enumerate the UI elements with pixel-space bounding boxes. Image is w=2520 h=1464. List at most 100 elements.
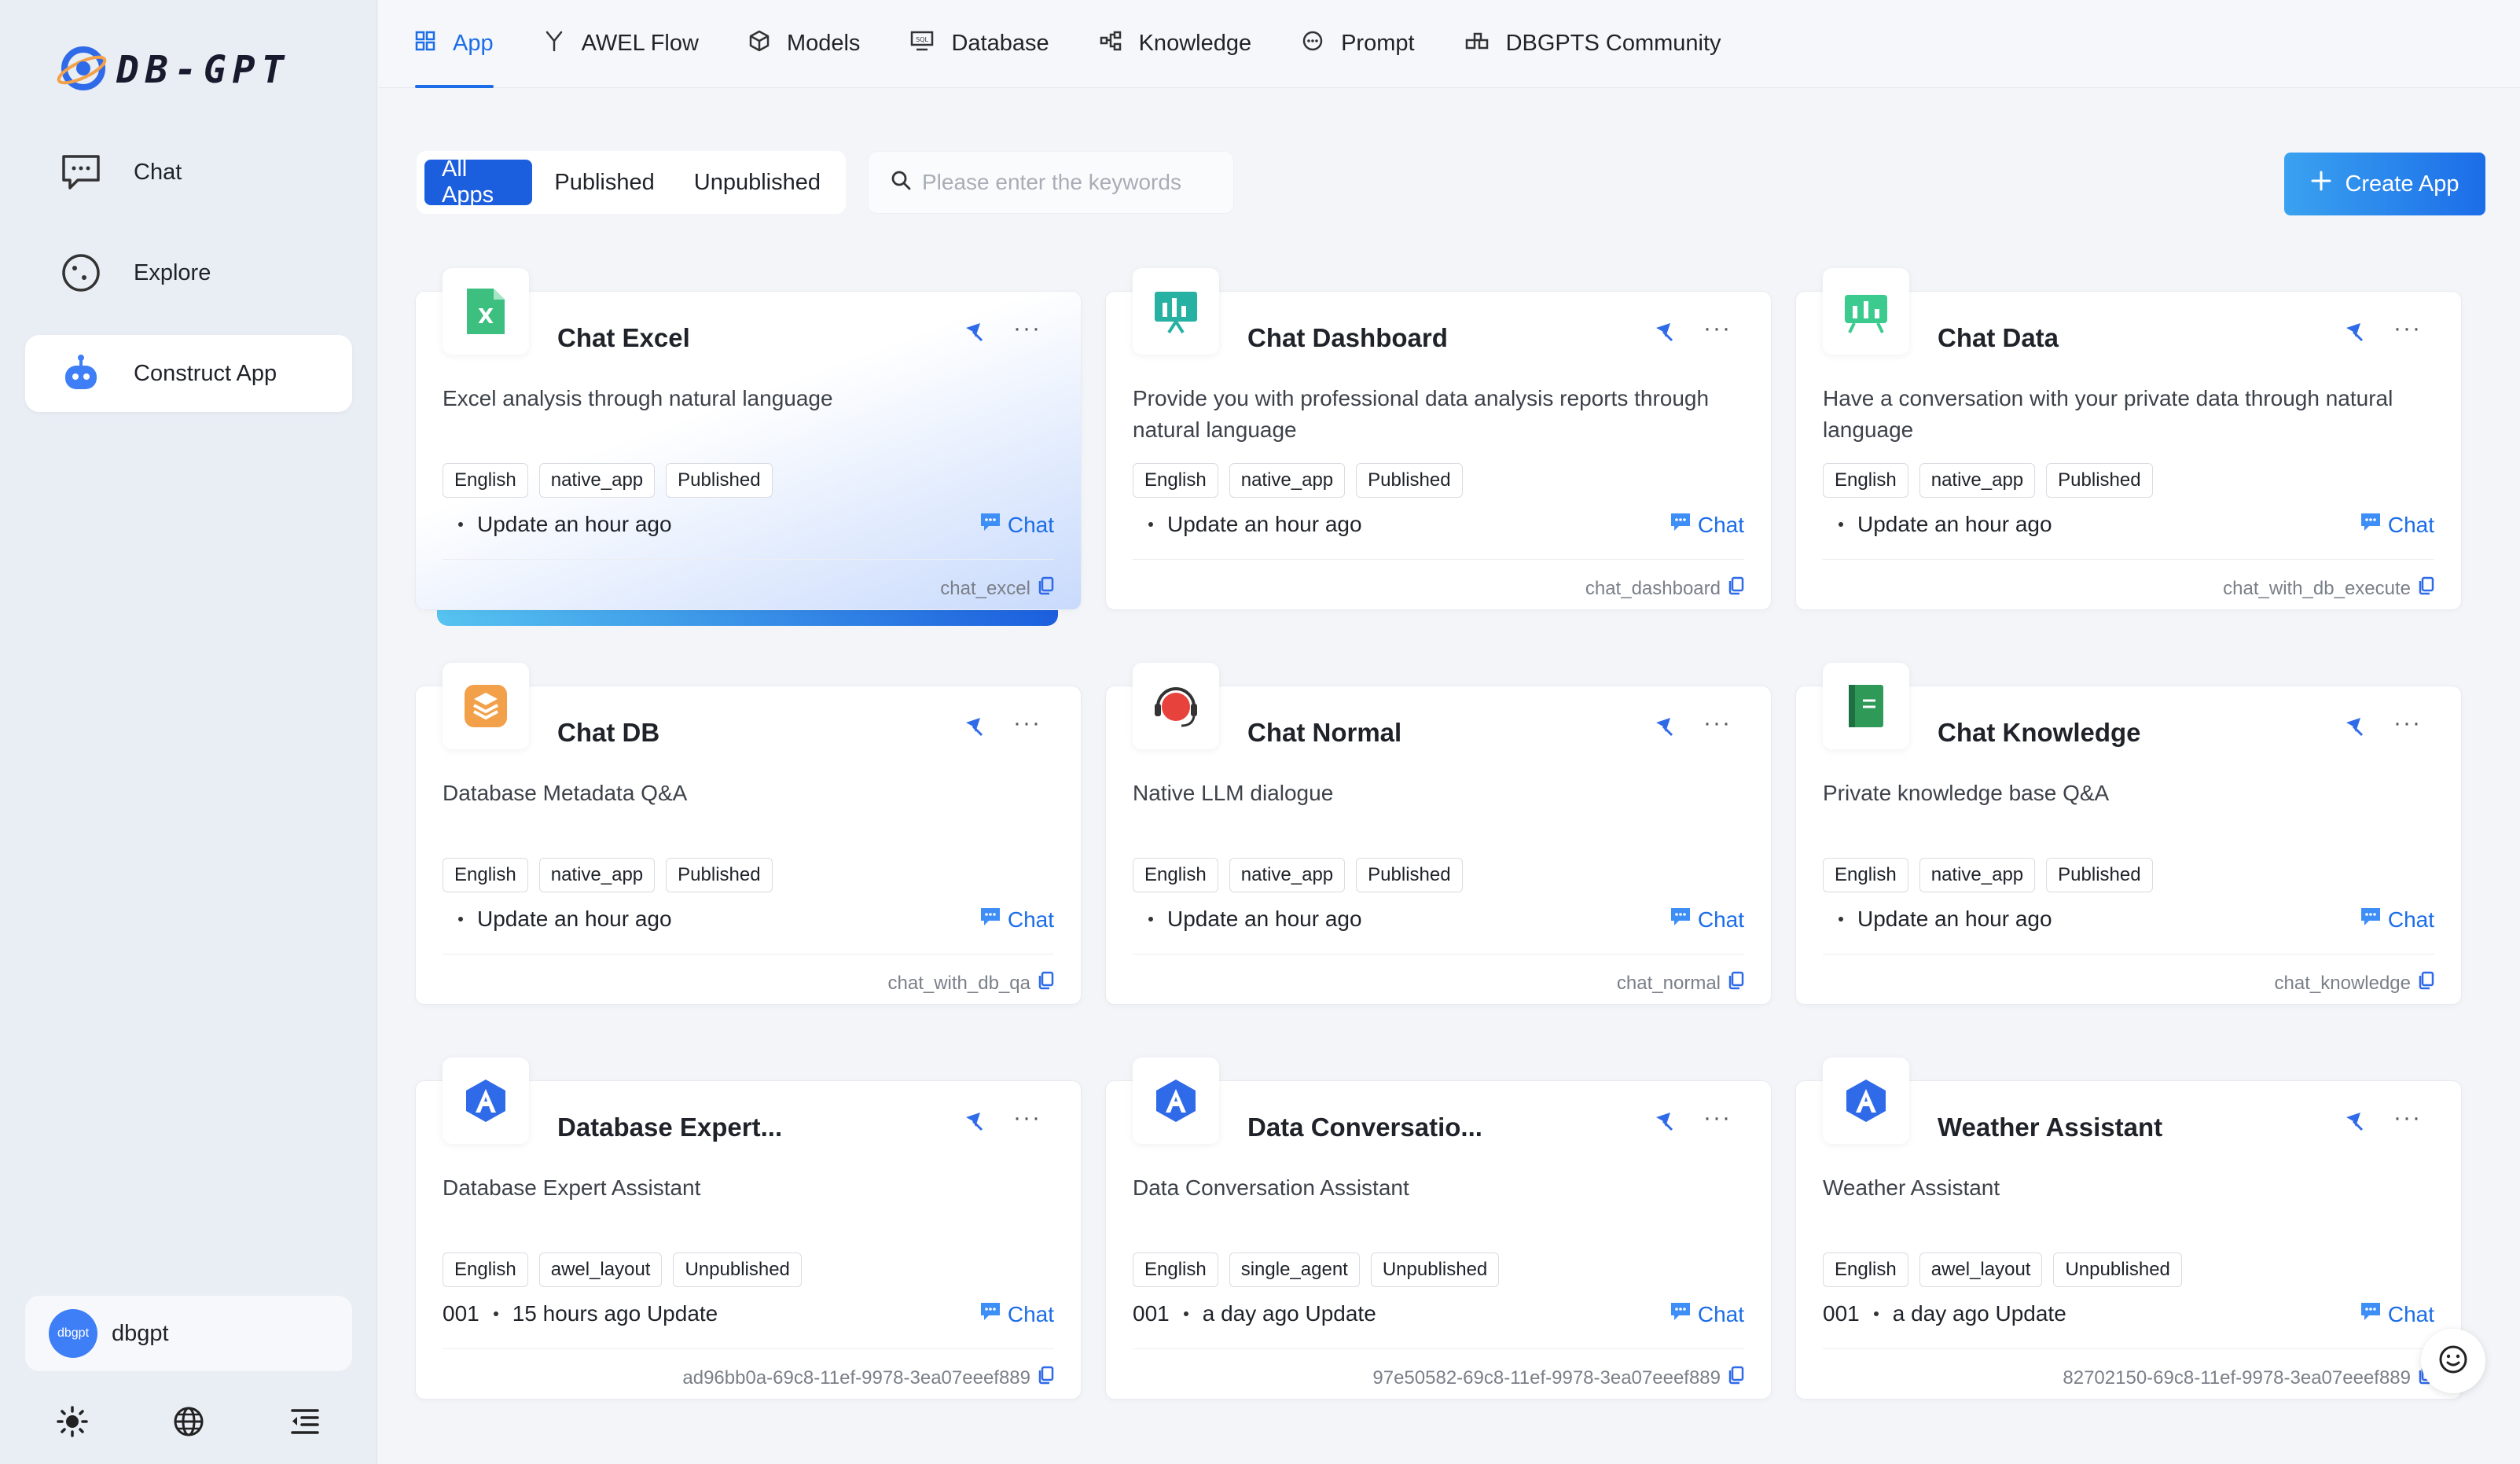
pin-icon[interactable] <box>963 715 986 738</box>
tag: English <box>1133 1252 1218 1287</box>
app-card[interactable]: Data Conversatio... ··· Data Conversatio… <box>1105 1058 1772 1400</box>
tab-label: Database <box>951 31 1049 56</box>
app-card[interactable]: Chat Normal ··· Native LLM dialogue Engl… <box>1105 663 1772 1005</box>
tag: Unpublished <box>2053 1252 2182 1287</box>
app-card[interactable]: Chat DB ··· Database Metadata Q&A Englis… <box>415 663 1082 1005</box>
tab-app[interactable]: App <box>415 0 494 88</box>
sun-icon[interactable] <box>55 1404 90 1439</box>
card-divider <box>443 954 1054 955</box>
card-chat-link[interactable]: Chat <box>1670 907 1744 932</box>
tag: Unpublished <box>673 1252 802 1287</box>
more-options-icon[interactable]: ··· <box>1013 315 1041 342</box>
bullet-dot <box>493 1311 498 1316</box>
filter-published[interactable]: Published <box>537 160 671 205</box>
card-meta: 001 a day ago Update <box>1823 1301 2066 1326</box>
card-divider <box>1133 954 1744 955</box>
copy-icon[interactable] <box>1728 576 1744 601</box>
search-input[interactable]: Please enter the keywords <box>868 151 1234 214</box>
sidebar-item-explore[interactable]: Explore <box>25 234 352 311</box>
create-app-label: Create App <box>2345 171 2459 197</box>
menu-collapse-icon[interactable] <box>288 1404 322 1439</box>
cube-icon <box>749 30 770 58</box>
more-options-icon[interactable]: ··· <box>2393 315 2422 342</box>
sidebar-bottom-toolbar <box>55 1404 322 1439</box>
app-logo[interactable]: DB-GPT <box>55 42 290 97</box>
pin-icon[interactable] <box>2343 320 2367 344</box>
card-chat-link[interactable]: Chat <box>2360 1301 2434 1327</box>
create-app-button[interactable]: Create App <box>2284 153 2485 215</box>
more-options-icon[interactable]: ··· <box>1013 1105 1041 1131</box>
tag: Published <box>1356 463 1463 498</box>
card-meta: Update an hour ago <box>1133 907 1362 932</box>
tab-database[interactable]: SQL Database <box>910 0 1049 88</box>
copy-icon[interactable] <box>1728 1366 1744 1390</box>
app-card[interactable]: X Chat Excel ··· Excel analysis through … <box>415 268 1082 610</box>
card-title: Weather Assistant <box>1938 1113 2163 1142</box>
pin-icon[interactable] <box>2343 715 2367 738</box>
feedback-button[interactable] <box>2421 1329 2485 1393</box>
card-meta: Update an hour ago <box>1823 512 2052 537</box>
tab-dbgpts-community[interactable]: DBGPTS Community <box>1465 0 1721 88</box>
card-update-time: Update an hour ago <box>477 512 672 536</box>
filter-all-apps[interactable]: All Apps <box>424 156 533 208</box>
copy-icon[interactable] <box>2419 971 2434 995</box>
pin-icon[interactable] <box>1653 1109 1677 1133</box>
card-meta: Update an hour ago <box>443 512 672 537</box>
tab-knowledge[interactable]: Knowledge <box>1100 0 1251 88</box>
card-code-text: chat_with_db_execute <box>2223 577 2411 599</box>
card-chat-link[interactable]: Chat <box>979 907 1054 932</box>
globe-icon[interactable] <box>171 1404 206 1439</box>
chat-link-label: Chat <box>1697 907 1744 932</box>
more-options-icon[interactable]: ··· <box>1703 1105 1732 1131</box>
copy-icon[interactable] <box>1038 971 1054 995</box>
app-card[interactable]: Chat Dashboard ··· Provide you with prof… <box>1105 268 1772 610</box>
copy-icon[interactable] <box>2419 576 2434 601</box>
card-chat-link[interactable]: Chat <box>979 512 1054 538</box>
agent-logo-icon <box>1133 1058 1219 1144</box>
card-chat-link[interactable]: Chat <box>2360 907 2434 932</box>
sidebar-item-chat[interactable]: Chat <box>25 134 352 211</box>
card-chat-link[interactable]: Chat <box>979 1301 1054 1327</box>
copy-icon[interactable] <box>1728 971 1744 995</box>
card-chat-link[interactable]: Chat <box>2360 512 2434 538</box>
copy-icon[interactable] <box>1038 576 1054 601</box>
tab-prompt[interactable]: Prompt <box>1302 0 1415 88</box>
bullet-dot <box>1873 1311 1879 1316</box>
more-options-icon[interactable]: ··· <box>2393 1105 2422 1131</box>
avatar: dbgpt <box>49 1309 97 1358</box>
pin-icon[interactable] <box>1653 320 1677 344</box>
pin-icon[interactable] <box>1653 715 1677 738</box>
filter-unpublished[interactable]: Unpublished <box>677 160 838 205</box>
pin-icon[interactable] <box>963 320 986 344</box>
sidebar-item-construct-app[interactable]: Construct App <box>25 335 352 412</box>
tab-awel-flow[interactable]: AWEL Flow <box>544 0 699 88</box>
tag: native_app <box>1919 463 2036 498</box>
chat-bubble-icon <box>2360 907 2382 932</box>
copy-icon[interactable] <box>1038 1366 1054 1390</box>
tag: native_app <box>1919 858 2036 892</box>
card-code: chat_excel <box>940 576 1054 601</box>
chat-bubble-icon <box>979 1301 1001 1327</box>
pin-icon[interactable] <box>963 1109 986 1133</box>
user-profile[interactable]: dbgpt dbgpt <box>25 1296 352 1371</box>
app-card[interactable]: Database Expert... ··· Database Expert A… <box>415 1058 1082 1400</box>
pin-icon[interactable] <box>2343 1109 2367 1133</box>
app-card[interactable]: Chat Data ··· Have a conversation with y… <box>1795 268 2462 610</box>
agent-logo-icon <box>1823 1058 1909 1144</box>
more-options-icon[interactable]: ··· <box>1703 315 1732 342</box>
card-title: Chat Knowledge <box>1938 718 2141 747</box>
app-card[interactable]: Chat Knowledge ··· Private knowledge bas… <box>1795 663 2462 1005</box>
tab-models[interactable]: Models <box>749 0 860 88</box>
more-options-icon[interactable]: ··· <box>1703 710 1732 737</box>
card-description: Native LLM dialogue <box>1133 781 1334 805</box>
app-card[interactable]: Weather Assistant ··· Weather Assistant … <box>1795 1058 2462 1400</box>
tag: Published <box>666 463 773 498</box>
card-chat-link[interactable]: Chat <box>1670 1301 1744 1327</box>
more-options-icon[interactable]: ··· <box>2393 710 2422 737</box>
chat-link-label: Chat <box>2387 512 2434 537</box>
card-code: chat_with_db_qa <box>888 971 1054 995</box>
chat-bubble-icon <box>1670 1301 1692 1327</box>
database-stack-icon <box>443 663 529 749</box>
more-options-icon[interactable]: ··· <box>1013 710 1041 737</box>
card-chat-link[interactable]: Chat <box>1670 512 1744 538</box>
